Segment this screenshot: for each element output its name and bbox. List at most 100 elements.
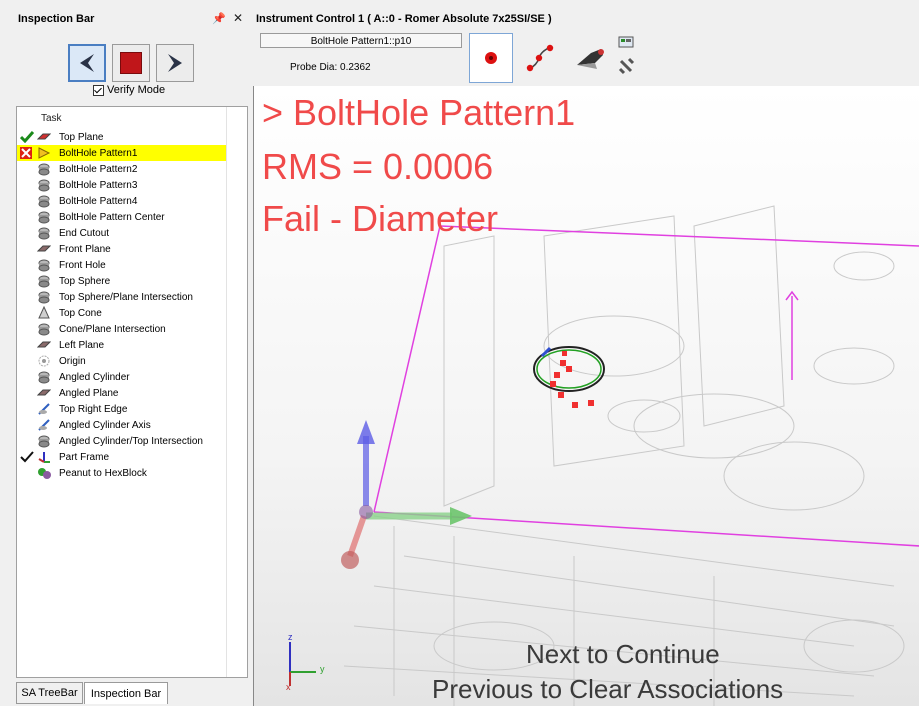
task-row[interactable]: Peanut to HexBlock (17, 465, 226, 481)
next-button[interactable] (156, 44, 194, 82)
task-row[interactable]: Origin (17, 353, 226, 369)
task-row[interactable]: Top Sphere/Plane Intersection (17, 289, 226, 305)
panel-header: Inspection Bar 📌 ✕ (0, 10, 253, 28)
cylinder-icon (37, 370, 51, 384)
task-row[interactable]: Top Plane (17, 129, 226, 145)
task-label: Left Plane (59, 339, 105, 351)
task-label: BoltHole Pattern1 (59, 147, 138, 159)
panel-title: Inspection Bar (18, 13, 95, 25)
line-icon (37, 402, 51, 416)
task-row[interactable]: Top Right Edge (17, 401, 226, 417)
frame-icon (37, 450, 51, 464)
tab-sa-treebar[interactable]: SA TreeBar (16, 682, 83, 704)
3d-viewport[interactable]: > BoltHole Pattern1 RMS = 0.0006 Fail - … (253, 86, 919, 706)
hint-next: Next to Continue (526, 639, 720, 669)
task-row[interactable]: Angled Cylinder (17, 369, 226, 385)
scanner-icon (577, 49, 604, 69)
task-label: Top Plane (59, 131, 104, 143)
task-row[interactable]: Angled Plane (17, 385, 226, 401)
task-row[interactable]: Front Plane (17, 241, 226, 257)
axis-y-label: y (320, 664, 325, 674)
tab-label: SA TreeBar (21, 687, 78, 699)
arrow-left-icon (80, 54, 94, 72)
hint-previous: Previous to Clear Associations (432, 674, 784, 704)
verify-mode-checkbox[interactable]: Verify Mode (93, 84, 165, 96)
instrument-settings-tool[interactable] (612, 33, 642, 83)
stop-icon (120, 52, 142, 74)
task-label: BoltHole Pattern Center (59, 211, 165, 223)
tab-label: Inspection Bar (90, 687, 162, 700)
status-line-rms: RMS = 0.0006 (262, 146, 494, 187)
task-label: Peanut to HexBlock (59, 467, 147, 479)
relationship-icon (37, 466, 51, 480)
task-label: Top Sphere/Plane Intersection (59, 291, 193, 303)
plane-icon (36, 338, 52, 352)
checkbox-icon (93, 84, 104, 96)
multi-point-tool[interactable] (518, 33, 562, 83)
task-row[interactable]: Left Plane (17, 337, 226, 353)
task-label: Top Right Edge (59, 403, 128, 415)
axis-z-label: z (288, 632, 293, 642)
task-row[interactable]: BoltHole Pattern Center (17, 209, 226, 225)
cylinder-icon (37, 178, 51, 192)
cylinder-icon (37, 290, 51, 304)
cylinder-icon (37, 434, 51, 448)
cylinder-icon (37, 258, 51, 272)
task-label: Angled Cylinder Axis (59, 419, 151, 431)
origin-point-icon (37, 354, 51, 368)
task-row[interactable]: Top Cone (17, 305, 226, 321)
task-label: Angled Plane (59, 387, 119, 399)
previous-button[interactable] (68, 44, 106, 82)
task-row[interactable]: BoltHole Pattern3 (17, 177, 226, 193)
task-label: BoltHole Pattern3 (59, 179, 138, 191)
column-divider (226, 107, 227, 677)
inspection-bar-panel: Inspection Bar 📌 ✕ Verify Mode Task Top … (0, 0, 253, 706)
scan-tool[interactable] (568, 33, 612, 83)
instrument-control-title: Instrument Control 1 ( A::0 - Romer Abso… (256, 13, 552, 25)
task-label: Angled Cylinder (59, 371, 130, 383)
stop-button[interactable] (112, 44, 150, 82)
line-icon (37, 418, 51, 432)
task-column-header: Task (41, 113, 62, 124)
cylinder-icon (37, 162, 51, 176)
task-row[interactable]: Top Sphere (17, 273, 226, 289)
plane-icon (36, 386, 52, 400)
close-icon[interactable]: ✕ (233, 11, 243, 25)
task-row[interactable]: BoltHole Pattern2 (17, 161, 226, 177)
status-line-result: Fail - Diameter (262, 198, 499, 239)
task-label: Top Sphere (59, 275, 111, 287)
status-line-feature: > BoltHole Pattern1 (262, 92, 576, 133)
task-label: Part Frame (59, 451, 110, 463)
task-row[interactable]: Part Frame (17, 449, 226, 465)
pin-icon[interactable]: 📌 (212, 12, 226, 25)
verify-mode-label: Verify Mode (107, 84, 166, 96)
arrow-right-icon (168, 54, 182, 72)
cylinder-icon (37, 274, 51, 288)
single-point-tool[interactable] (469, 33, 513, 83)
plane-icon (36, 242, 52, 256)
tab-inspection-bar[interactable]: Inspection Bar (84, 682, 168, 704)
probe-diameter: Probe Dia: 0.2362 (290, 62, 371, 73)
wrench-settings-icon (618, 36, 635, 75)
task-label: Origin (59, 355, 86, 367)
task-tree[interactable]: Task Top Plane BoltHole Pattern1 BoltHole … (16, 106, 248, 678)
task-row[interactable]: Angled Cylinder/Top Intersection (17, 433, 226, 449)
task-row[interactable]: Front Hole (17, 257, 226, 273)
current-step-arrow-icon (37, 146, 51, 160)
task-row[interactable]: BoltHole Pattern4 (17, 193, 226, 209)
check-icon (20, 451, 34, 463)
task-label: BoltHole Pattern2 (59, 163, 138, 175)
cylinder-icon (37, 226, 51, 240)
task-row[interactable]: End Cutout (17, 225, 226, 241)
task-row[interactable]: Cone/Plane Intersection (17, 321, 226, 337)
task-row[interactable]: BoltHole Pattern1 (17, 145, 226, 161)
point-chain-icon (526, 44, 554, 72)
object-name-field: BoltHole Pattern1::p10 (260, 33, 462, 48)
task-row[interactable]: Angled Cylinder Axis (17, 417, 226, 433)
task-label: Top Cone (59, 307, 102, 319)
cylinder-icon (37, 194, 51, 208)
task-label: Angled Cylinder/Top Intersection (59, 435, 203, 447)
plane-icon (36, 130, 52, 144)
task-label: End Cutout (59, 227, 110, 239)
fail-x-icon (20, 147, 32, 159)
